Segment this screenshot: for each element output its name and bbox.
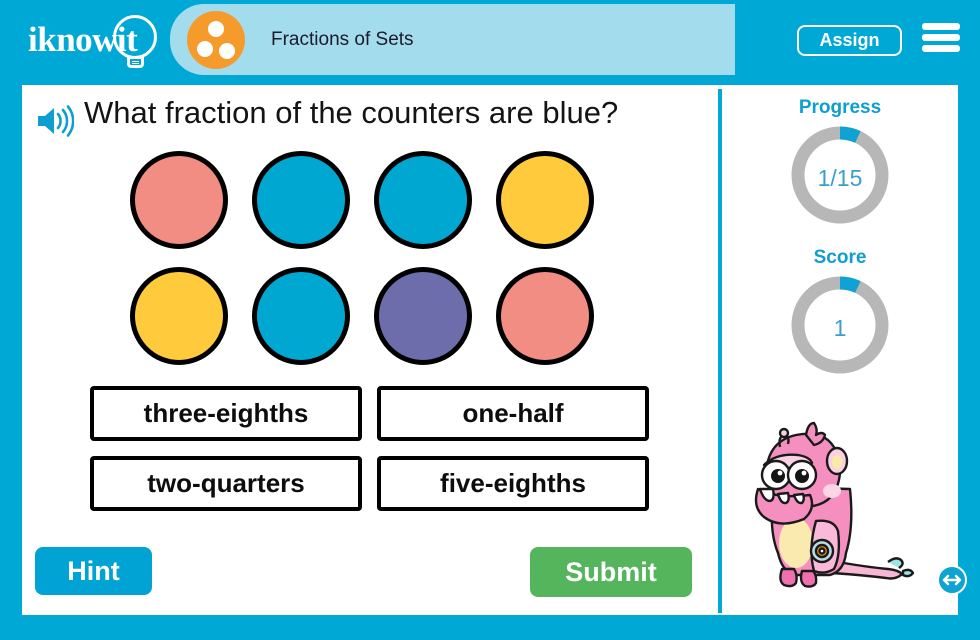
score-label: Score: [813, 247, 867, 268]
hint-button[interactable]: Hint: [35, 547, 152, 595]
lesson-title: Fractions of Sets: [271, 28, 414, 50]
counter-blue: [252, 267, 350, 365]
assign-button[interactable]: Assign: [797, 25, 902, 56]
lightbulb-icon: [113, 15, 157, 59]
hamburger-menu-icon[interactable]: [922, 23, 960, 57]
question-text: What fraction of the counters are blue?: [84, 95, 619, 130]
progress-label: Progress: [798, 97, 882, 118]
counter-salmon: [130, 151, 228, 249]
progress-sidebar: Progress 1/15 Score 1: [722, 85, 967, 615]
counter-group: [130, 151, 640, 365]
answer-option-1[interactable]: three-eighths: [90, 386, 362, 441]
app-header: iknowit Fractions of Sets Assign: [0, 0, 980, 79]
pink-monster-mascot: [736, 421, 936, 601]
counter-yellow: [130, 267, 228, 365]
counter-salmon: [496, 267, 594, 365]
answer-options: three-eighths one-half two-quarters five-ei…: [90, 386, 649, 511]
app-root: iknowit Fractions of Sets Assign What fr…: [0, 0, 980, 640]
progress-value: 1/15: [817, 165, 863, 191]
counter-purple: [374, 267, 472, 365]
score-value: 1: [833, 315, 847, 341]
counter-blue: [374, 151, 472, 249]
score-meter: Score 1: [722, 247, 958, 377]
answer-option-2[interactable]: one-half: [377, 386, 649, 441]
iknowit-logo[interactable]: iknowit: [28, 14, 168, 68]
three-dots-circle-icon: [187, 10, 245, 69]
lightbulb-base-icon: [127, 56, 144, 68]
answer-option-4[interactable]: five-eighths: [377, 456, 649, 511]
submit-button[interactable]: Submit: [530, 547, 692, 597]
counter-yellow: [496, 151, 594, 249]
answer-option-3[interactable]: two-quarters: [90, 456, 362, 511]
lesson-stage: What fraction of the counters are blue? …: [22, 85, 967, 615]
progress-meter: Progress 1/15: [722, 97, 958, 227]
left-right-arrow-icon[interactable]: [935, 563, 969, 597]
lesson-tab[interactable]: Fractions of Sets: [170, 4, 735, 75]
counter-blue: [252, 151, 350, 249]
speaker-audio-icon[interactable]: [34, 105, 75, 137]
